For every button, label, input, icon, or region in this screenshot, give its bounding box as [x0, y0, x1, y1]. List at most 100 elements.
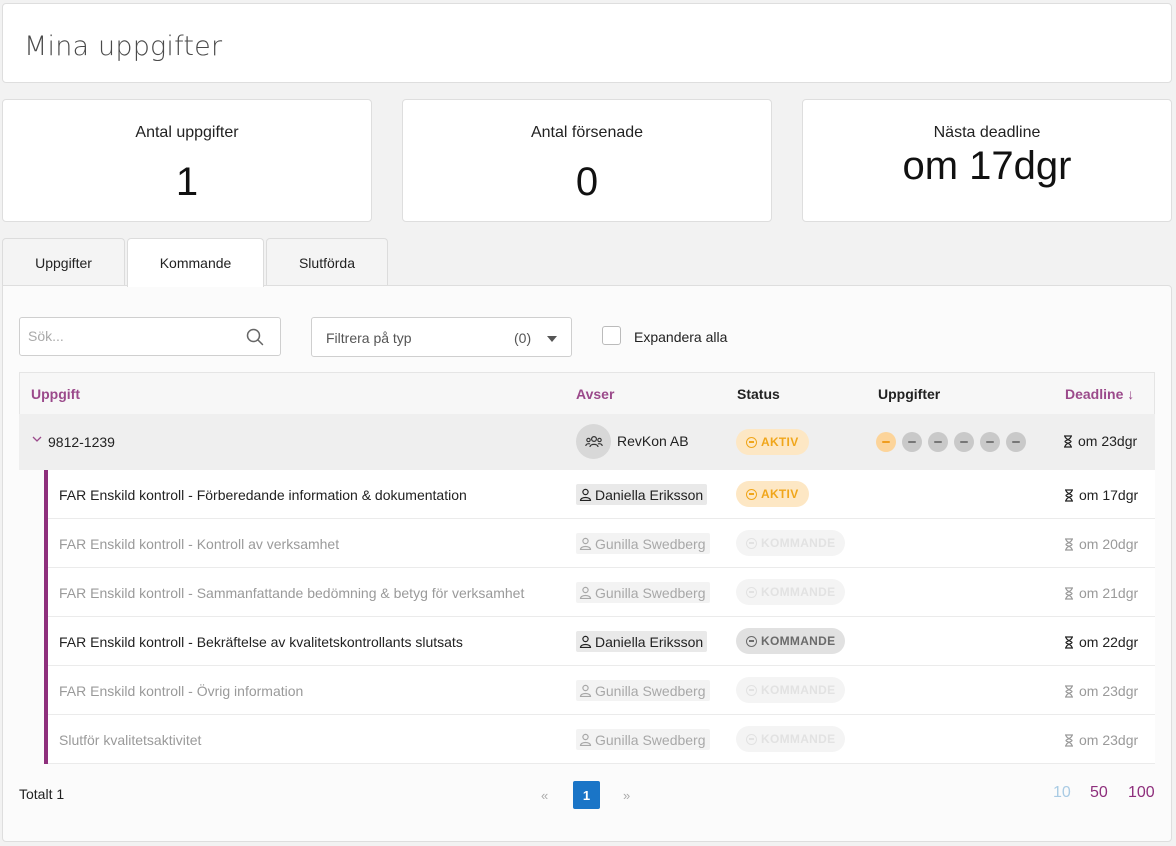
assignee-chip: Gunilla Swedberg: [576, 582, 710, 603]
status-icon: [746, 586, 757, 598]
chevron-down-icon[interactable]: [31, 432, 43, 448]
user-icon: [579, 586, 592, 599]
status-badge: KOMMANDE: [736, 579, 846, 605]
group-deadline: om 23dgr: [1063, 433, 1137, 449]
column-header-task[interactable]: Uppgift: [31, 386, 80, 402]
status-badge: KOMMANDE: [736, 628, 846, 654]
stat-value: 0: [575, 160, 599, 204]
stat-label: Nästa deadline: [933, 124, 1041, 141]
status-badge: KOMMANDE: [736, 677, 846, 703]
status-icon: [746, 537, 757, 549]
table-row[interactable]: FAR Enskild kontroll - Bekräftelse av kv…: [44, 617, 1155, 666]
expand-all-label[interactable]: Expandera alla: [634, 329, 727, 345]
filter-count: (0): [514, 330, 532, 346]
total-count: Totalt 1: [19, 786, 65, 802]
tab-slutforda[interactable]: Slutförda: [266, 238, 388, 286]
task-deadline: om 20dgr: [1064, 536, 1138, 552]
hourglass-icon: [1065, 733, 1073, 747]
task-deadline: om 23dgr: [1064, 732, 1138, 748]
page-size-50[interactable]: 50: [1090, 784, 1108, 802]
stat-value: 1: [175, 160, 199, 204]
hourglass-icon: [1065, 537, 1073, 551]
pagination-next[interactable]: »: [623, 788, 630, 803]
page-size-100[interactable]: 100: [1128, 784, 1155, 802]
table-row[interactable]: FAR Enskild kontroll - Sammanfattande be…: [44, 568, 1155, 617]
filter-label: Filtrera på typ: [326, 330, 412, 346]
user-icon: [579, 733, 592, 746]
status-badge: AKTIV: [736, 481, 809, 507]
table-row[interactable]: Slutför kvalitetsaktivitet Gunilla Swedb…: [44, 715, 1155, 764]
group-accent-bar: [44, 470, 48, 764]
stat-label: Antal uppgifter: [135, 124, 239, 141]
status-icon: [746, 635, 757, 647]
stat-label: Antal försenade: [530, 124, 644, 141]
task-name[interactable]: FAR Enskild kontroll - Bekräftelse av kv…: [59, 634, 463, 650]
task-name[interactable]: FAR Enskild kontroll - Sammanfattande be…: [59, 585, 524, 601]
status-icon: [746, 684, 757, 696]
status-badge: KOMMANDE: [736, 726, 846, 752]
hourglass-icon: [1065, 684, 1073, 698]
task-deadline: om 17dgr: [1064, 487, 1138, 503]
stat-card-next-deadline: Nästa deadline om 17dgr: [802, 99, 1172, 222]
pagination-prev[interactable]: «: [541, 788, 548, 803]
chevron-down-icon: [547, 336, 557, 342]
group-icon: [584, 435, 603, 447]
task-name[interactable]: FAR Enskild kontroll - Övrig information: [59, 683, 303, 699]
search-input[interactable]: [28, 328, 238, 344]
stat-card-overdue: Antal försenade 0: [402, 99, 772, 222]
status-icon: [746, 488, 757, 500]
stat-value: om 17dgr: [902, 144, 1072, 188]
expand-all-checkbox[interactable]: [602, 326, 621, 345]
company-avatar: [576, 424, 611, 459]
hourglass-icon: [1064, 434, 1072, 448]
group-id: 9812-1239: [48, 434, 115, 450]
table-header: Uppgift Avser Status Uppgifter Deadline …: [19, 372, 1155, 414]
subtask-dot: [954, 432, 974, 452]
table-row[interactable]: FAR Enskild kontroll - Övrig information…: [44, 666, 1155, 715]
assignee-chip: Gunilla Swedberg: [576, 729, 710, 750]
assignee-chip: Daniella Eriksson: [576, 631, 708, 652]
assignee-chip: Gunilla Swedberg: [576, 680, 710, 701]
hourglass-icon: [1065, 488, 1073, 502]
user-icon: [579, 488, 592, 501]
hourglass-icon: [1065, 635, 1073, 649]
subtask-progress: [876, 432, 1026, 452]
column-header-status: Status: [737, 386, 780, 402]
table-row[interactable]: FAR Enskild kontroll - Förberedande info…: [44, 470, 1155, 519]
tab-kommande[interactable]: Kommande: [127, 238, 264, 287]
status-badge: AKTIV: [736, 429, 809, 455]
search-box[interactable]: [19, 317, 281, 356]
subtask-dot: [876, 432, 896, 452]
subtask-dot: [928, 432, 948, 452]
assignee-chip: Gunilla Swedberg: [576, 533, 710, 554]
task-list: FAR Enskild kontroll - Förberedande info…: [44, 470, 1155, 764]
table-group-row[interactable]: 9812-1239 RevKon AB AKTIV om 23dgr: [19, 414, 1155, 470]
column-header-deadline[interactable]: Deadline ↓: [1065, 386, 1134, 402]
user-icon: [579, 635, 592, 648]
task-name[interactable]: FAR Enskild kontroll - Förberedande info…: [59, 487, 467, 503]
type-filter-select[interactable]: Filtrera på typ (0): [311, 317, 572, 357]
assignee-chip: Daniella Eriksson: [576, 484, 708, 505]
task-deadline: om 23dgr: [1064, 683, 1138, 699]
subtask-dot: [902, 432, 922, 452]
task-deadline: om 21dgr: [1064, 585, 1138, 601]
subtask-dot: [980, 432, 1000, 452]
column-header-regarding[interactable]: Avser: [576, 386, 614, 402]
subtask-dot: [1006, 432, 1026, 452]
company-name: RevKon AB: [617, 433, 689, 449]
table-row[interactable]: FAR Enskild kontroll - Kontroll av verks…: [44, 519, 1155, 568]
column-header-subtasks: Uppgifter: [878, 386, 941, 402]
tab-uppgifter[interactable]: Uppgifter: [2, 238, 125, 286]
task-deadline: om 22dgr: [1064, 634, 1138, 650]
hourglass-icon: [1065, 586, 1073, 600]
page-size-10[interactable]: 10: [1053, 784, 1071, 802]
task-name[interactable]: Slutför kvalitetsaktivitet: [59, 732, 201, 748]
page-title: Mina uppgifter: [24, 31, 223, 62]
task-name[interactable]: FAR Enskild kontroll - Kontroll av verks…: [59, 536, 339, 552]
page-header: Mina uppgifter: [2, 3, 1172, 83]
stat-card-tasks: Antal uppgifter 1: [2, 99, 372, 222]
status-icon: [746, 733, 757, 745]
search-icon[interactable]: [246, 328, 264, 351]
pagination-current-page[interactable]: 1: [573, 781, 600, 809]
user-icon: [579, 537, 592, 550]
